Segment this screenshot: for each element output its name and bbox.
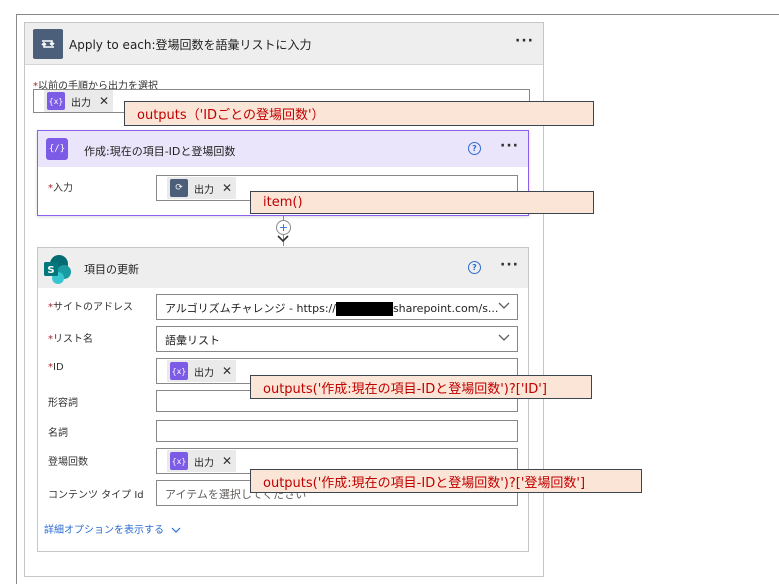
- callout-id-expression: outputs('作成:現在の項目-IDと登場回数')?['ID']: [250, 375, 592, 399]
- help-icon[interactable]: ?: [468, 142, 481, 155]
- help-icon[interactable]: ?: [468, 261, 481, 274]
- callout-item: item(): [250, 191, 594, 214]
- adjective-label: 形容詞: [48, 398, 78, 409]
- compose-input-label: *入力: [48, 183, 73, 194]
- loop-icon: ⟳: [170, 179, 188, 197]
- update-item-title: 項目の更新: [84, 263, 139, 276]
- sharepoint-icon: S: [42, 254, 72, 284]
- apply-to-each-title: Apply to each:登場回数を語彙リストに入力: [69, 38, 312, 52]
- chevron-down-icon: [171, 527, 181, 533]
- more-options-icon[interactable]: ···: [515, 33, 534, 49]
- noun-input[interactable]: [156, 420, 518, 442]
- token-label: 出力: [71, 97, 91, 109]
- output-token[interactable]: {x} 出力 ✕: [44, 90, 114, 112]
- count-label: 登場回数: [48, 457, 88, 468]
- list-name-value: 語彙リスト: [165, 334, 220, 347]
- update-item-card: S 項目の更新 ? ··· *サイトのアドレス アルゴリズムチャレンジ - ht…: [37, 247, 529, 552]
- more-options-icon[interactable]: ···: [500, 138, 519, 154]
- list-name-dropdown[interactable]: 語彙リスト: [156, 326, 518, 352]
- output-token[interactable]: {x} 出力 ✕: [167, 360, 237, 382]
- output-token[interactable]: ⟳ 出力 ✕: [167, 177, 237, 199]
- compose-icon: {/}: [46, 138, 68, 160]
- svg-text:S: S: [47, 265, 54, 276]
- callout-outputs-id: outputs（'IDごとの登場回数'）: [124, 101, 594, 126]
- chevron-down-icon[interactable]: [498, 298, 510, 315]
- compose-header[interactable]: {/} 作成:現在の項目-IDと登場回数 ? ···: [38, 131, 528, 167]
- output-token[interactable]: {x} 出力 ✕: [167, 450, 237, 472]
- chevron-down-icon[interactable]: [498, 330, 510, 347]
- site-address-label: *サイトのアドレス: [48, 302, 133, 313]
- expression-icon: {x}: [170, 452, 188, 470]
- apply-to-each-header[interactable]: Apply to each:登場回数を語彙リストに入力 ···: [25, 23, 543, 65]
- update-item-header[interactable]: S 項目の更新 ? ···: [38, 248, 528, 288]
- expression-icon: {x}: [170, 362, 188, 380]
- list-name-label: *リスト名: [48, 334, 93, 345]
- site-address-dropdown[interactable]: アルゴリズムチャレンジ - https://sharepoint.com/s..…: [156, 294, 518, 320]
- content-type-label: コンテンツ タイプ Id: [48, 490, 144, 501]
- token-label: 出力: [194, 184, 214, 196]
- id-label: *ID: [48, 362, 64, 373]
- close-icon[interactable]: ✕: [222, 364, 232, 378]
- close-icon[interactable]: ✕: [222, 181, 232, 195]
- close-icon[interactable]: ✕: [222, 454, 232, 468]
- redacted-block: [335, 302, 393, 316]
- advanced-options-link[interactable]: 詳細オプションを表示する: [44, 521, 181, 536]
- callout-count-expression: outputs('作成:現在の項目-IDと登場回数')?['登場回数']: [250, 469, 642, 493]
- token-label: 出力: [194, 367, 214, 379]
- more-options-icon[interactable]: ···: [500, 257, 519, 273]
- token-label: 出力: [194, 457, 214, 469]
- site-address-value: アルゴリズムチャレンジ - https://sharepoint.com/s..…: [165, 302, 499, 316]
- expression-icon: {x}: [47, 92, 65, 110]
- arrow-down-icon: [276, 234, 290, 247]
- loop-icon: [33, 29, 63, 59]
- add-step-icon[interactable]: +: [276, 220, 291, 235]
- compose-title: 作成:現在の項目-IDと登場回数: [84, 145, 236, 158]
- close-icon[interactable]: ✕: [99, 94, 109, 108]
- noun-label: 名詞: [48, 428, 68, 439]
